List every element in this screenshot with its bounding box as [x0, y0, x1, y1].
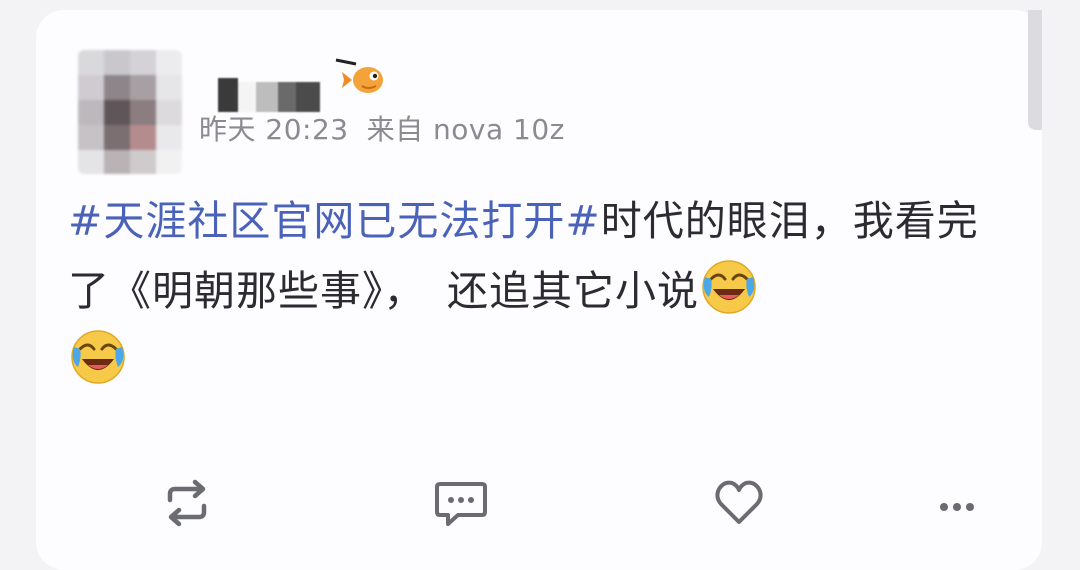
avatar[interactable]	[78, 50, 182, 174]
heart-icon	[715, 480, 763, 524]
repost-icon	[167, 479, 207, 527]
more-button[interactable]	[922, 468, 992, 538]
comment-icon	[435, 482, 487, 526]
scrollbar[interactable]	[1028, 10, 1042, 130]
action-bar	[36, 468, 1042, 538]
laugh-cry-emoji-icon	[702, 260, 756, 314]
laugh-cry-emoji-icon	[71, 330, 125, 384]
repost-button[interactable]	[152, 468, 222, 538]
post-card[interactable]: 昨天 20:23 来自 nova 10z #天涯社区官网已无法打开#时代的眼泪，我…	[36, 10, 1042, 570]
username[interactable]	[218, 68, 320, 112]
post-time: 昨天 20:23	[199, 113, 349, 146]
fish-badge-icon	[335, 58, 383, 93]
more-icon	[940, 503, 974, 511]
post-source[interactable]: 来自 nova 10z	[367, 113, 565, 146]
post-meta: 昨天 20:23 来自 nova 10z	[199, 108, 565, 148]
post-text-part2: 还追其它小说	[447, 267, 699, 315]
like-button[interactable]	[704, 468, 774, 538]
comment-button[interactable]	[426, 468, 496, 538]
hashtag-link[interactable]: #天涯社区官网已无法打开#	[68, 197, 601, 245]
post-content: #天涯社区官网已无法打开#时代的眼泪，我看完了《明朝那些事》， 还追其它小说	[68, 186, 1008, 396]
